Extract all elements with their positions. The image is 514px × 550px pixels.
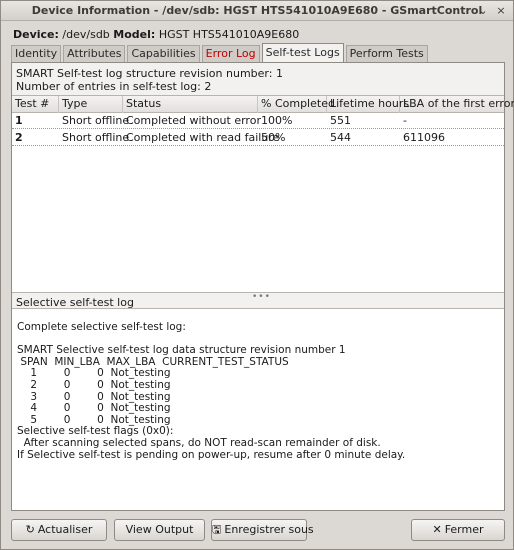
cell-lifetime-hours: 544 <box>330 131 351 144</box>
refresh-label: Actualiser <box>37 523 93 536</box>
col-lba-first-error[interactable]: LBA of the first error <box>400 96 514 113</box>
tab-capabilities[interactable]: Capabilities <box>127 45 200 62</box>
model-value: HGST HTS541010A9E680 <box>158 28 300 41</box>
pane-splitter-handle[interactable]: ••• <box>252 292 271 302</box>
device-label: Device: <box>13 28 59 41</box>
refresh-button[interactable]: ↻ Actualiser <box>11 519 107 541</box>
log-revision-line: SMART Self-test log structure revision n… <box>16 67 283 80</box>
table-header: Test # Type Status % Completed Lifetime … <box>12 96 514 113</box>
device-summary: Device: /dev/sdb Model: HGST HTS541010A9… <box>13 28 299 41</box>
table-row[interactable]: 1 Short offline Completed without error … <box>12 113 504 129</box>
close-button[interactable]: ✕ Fermer <box>411 519 505 541</box>
title-bar[interactable]: Device Information - /dev/sdb: HGST HTS5… <box>1 1 513 21</box>
close-icon: ✕ <box>432 523 442 536</box>
save-as-button[interactable]: 🖫 Enregistrer sous <box>211 519 314 541</box>
col-test-number[interactable]: Test # <box>12 96 59 113</box>
tab-identity[interactable]: Identity <box>11 45 62 62</box>
self-test-logs-panel: SMART Self-test log structure revision n… <box>11 62 514 511</box>
save-icon: 🖫 <box>212 523 222 536</box>
view-output-button[interactable]: View Output <box>114 519 205 541</box>
button-bar: ↻ Actualiser View Output 🖫 Enregistrer sou… <box>1 517 513 543</box>
cell-lba: - <box>403 114 407 127</box>
col-status[interactable]: Status <box>123 96 258 113</box>
selective-log-textview[interactable]: Complete selective self-test log: SMART … <box>12 308 504 510</box>
close-label: Fermer <box>444 523 484 536</box>
cell-test-number: 1 <box>15 114 23 127</box>
tab-bar: Identity Attributes Capabilities Error L… <box>11 43 430 62</box>
close-window-icon[interactable]: × <box>494 4 508 18</box>
self-test-table[interactable]: Test # Type Status % Completed Lifetime … <box>12 95 514 293</box>
tab-self-test-logs[interactable]: Self-test Logs <box>261 43 344 62</box>
device-info-window: Device Information - /dev/sdb: HGST HTS5… <box>0 0 514 550</box>
cell-test-number: 2 <box>15 131 23 144</box>
window-title: Device Information - /dev/sdb: HGST HTS5… <box>31 4 483 17</box>
cell-type: Short offline <box>62 131 130 144</box>
cell-type: Short offline <box>62 114 130 127</box>
cell-status: Completed without error <box>126 114 261 127</box>
table-row[interactable]: 2 Short offline Completed with read fail… <box>12 130 504 146</box>
col-lifetime-hours[interactable]: Lifetime hours <box>327 96 409 113</box>
minimize-icon[interactable]: ⌄ <box>476 4 490 18</box>
refresh-icon: ↻ <box>25 523 35 536</box>
cell-lba: 611096 <box>403 131 445 144</box>
selective-log-text: Complete selective self-test log: SMART … <box>17 321 406 461</box>
col-percent-completed[interactable]: % Completed <box>258 96 335 113</box>
save-as-label: Enregistrer sous <box>224 523 314 536</box>
cell-lifetime-hours: 551 <box>330 114 351 127</box>
view-output-label: View Output <box>125 523 194 536</box>
tab-attributes[interactable]: Attributes <box>63 45 126 62</box>
col-type[interactable]: Type <box>59 96 123 113</box>
device-value: /dev/sdb <box>62 28 110 41</box>
cell-status: Completed with read failure <box>126 131 280 144</box>
log-entries-line: Number of entries in self-test log: 2 <box>16 80 212 93</box>
tab-perform-tests[interactable]: Perform Tests <box>345 45 428 62</box>
cell-percent: 50% <box>261 131 286 144</box>
model-label: Model: <box>113 28 156 41</box>
tab-error-log[interactable]: Error Log <box>201 45 260 62</box>
cell-percent: 100% <box>261 114 293 127</box>
